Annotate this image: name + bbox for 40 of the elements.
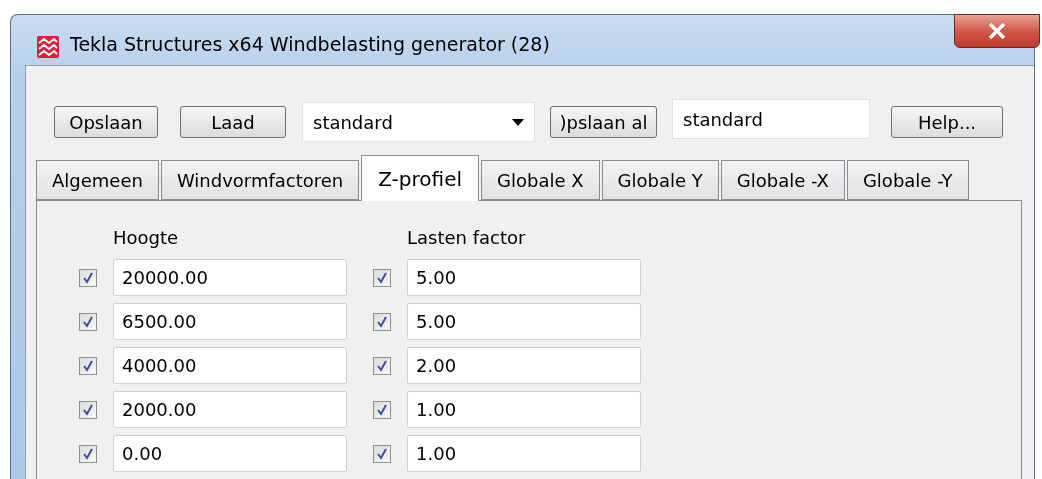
dropdown-arrow-icon	[512, 118, 524, 126]
value-field[interactable]: 20000.00	[113, 259, 347, 296]
checkbox[interactable]	[79, 268, 97, 287]
value-field[interactable]: 6500.00	[113, 303, 347, 340]
tab[interactable]: Globale X	[481, 160, 600, 200]
value-field[interactable]: 0.00	[113, 435, 347, 472]
tab[interactable]: Globale -Y	[846, 160, 969, 200]
value-field[interactable]: 4000.00	[113, 347, 347, 384]
column-header: Hoogte	[113, 227, 180, 248]
help-button[interactable]: Help...	[891, 106, 1003, 138]
checkbox[interactable]	[79, 444, 97, 463]
tab[interactable]: Globale Y	[601, 160, 719, 200]
tab[interactable]: Globale -X	[720, 160, 845, 200]
value-field[interactable]: 5.00	[407, 259, 641, 296]
value-field[interactable]: 1.00	[407, 391, 641, 428]
column-header: Lasten factor	[407, 227, 527, 248]
save-as-field[interactable]: standard	[672, 99, 870, 139]
checkbox[interactable]	[373, 312, 391, 331]
checkbox[interactable]	[373, 268, 391, 287]
tab[interactable]: Z-profiel	[361, 155, 479, 201]
value-field[interactable]: 1.00	[407, 435, 641, 472]
value-field[interactable]: 5.00	[407, 303, 641, 340]
save-as-button[interactable]: )pslaan al	[550, 106, 657, 138]
close-button[interactable]	[954, 14, 1040, 48]
app-logo-icon	[36, 35, 60, 59]
checkbox[interactable]	[79, 312, 97, 331]
value-field[interactable]: 2.00	[407, 347, 641, 384]
close-icon	[988, 23, 1006, 39]
checkbox[interactable]	[79, 400, 97, 419]
checkbox[interactable]	[373, 400, 391, 419]
checkbox[interactable]	[79, 356, 97, 375]
window-title: Tekla Structures x64 Windbelasting generator (28)	[70, 33, 550, 55]
preset-select[interactable]: standard	[302, 102, 535, 142]
tab[interactable]: Algemeen	[36, 160, 159, 200]
value-field[interactable]: 2000.00	[113, 391, 347, 428]
tab[interactable]: Windvormfactoren	[160, 160, 360, 200]
checkbox[interactable]	[373, 356, 391, 375]
checkbox[interactable]	[373, 444, 391, 463]
load-button[interactable]: Laad	[180, 106, 286, 138]
save-button[interactable]: Opslaan	[54, 106, 158, 138]
